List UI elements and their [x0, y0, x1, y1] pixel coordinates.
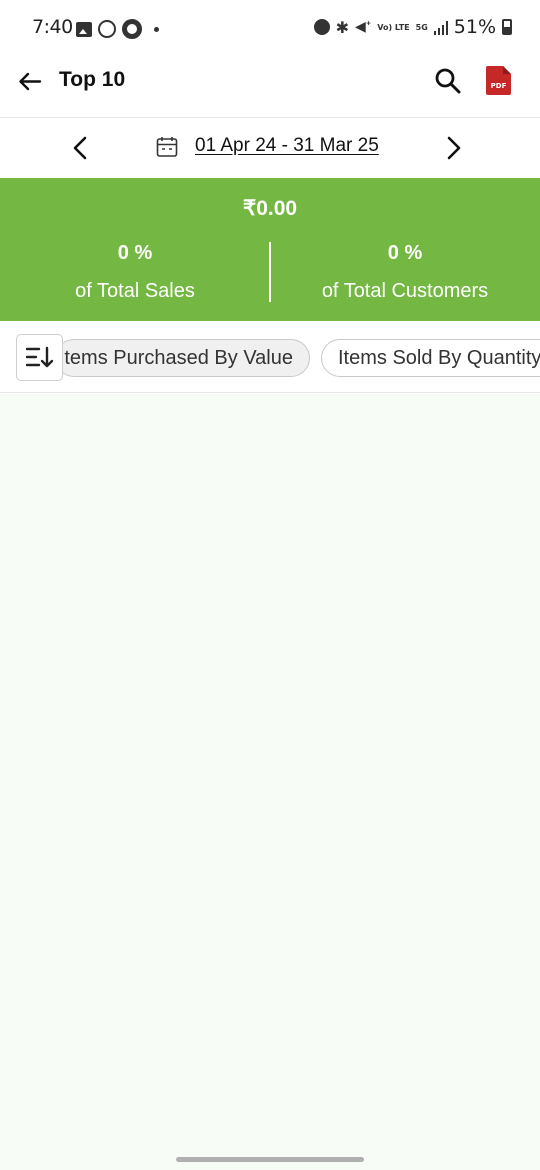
- sort-button[interactable]: [16, 334, 63, 381]
- more-notifications-dot-icon: [154, 26, 159, 32]
- network-type-icon: 5G: [415, 22, 428, 32]
- svg-text:PDF: PDF: [491, 82, 507, 90]
- sales-share-value: 0 %: [117, 242, 153, 264]
- chip-label: Items Sold By Quantity: [338, 347, 540, 369]
- home-indicator[interactable]: [176, 1157, 364, 1162]
- back-arrow-icon: [19, 72, 42, 91]
- volte-icon: Vo) LTE: [377, 22, 410, 32]
- record-icon: [122, 19, 142, 39]
- chevron-right-icon: [447, 136, 461, 160]
- chevron-left-icon: [73, 136, 87, 160]
- sales-share-stat: 0 % of Total Sales: [0, 242, 270, 303]
- back-button[interactable]: [14, 66, 46, 98]
- status-bar: 7:40 ✱ ◀ᐩ Vo) LTE 5G 51%: [0, 0, 540, 56]
- battery-percent: 51%: [453, 16, 496, 38]
- customers-share-value: 0 %: [387, 242, 423, 264]
- chip-items-purchased-by-value[interactable]: Items Purchased By Value: [55, 339, 310, 377]
- total-amount: ₹0.00: [242, 197, 298, 220]
- next-period-button[interactable]: [440, 134, 466, 162]
- search-icon: [435, 68, 461, 94]
- signal-icon: [433, 19, 448, 35]
- whatsapp-icon: [98, 20, 116, 38]
- pdf-export-button[interactable]: PDF: [486, 66, 511, 95]
- date-range-bar: 01 Apr 24 - 31 Mar 25: [0, 118, 540, 178]
- mute-icon: ◀ᐩ: [355, 19, 372, 35]
- search-button[interactable]: [433, 66, 463, 96]
- status-system-icons: ✱ ◀ᐩ Vo) LTE 5G 51%: [313, 16, 512, 38]
- alarm-icon: [313, 19, 330, 35]
- calendar-icon[interactable]: [156, 136, 178, 158]
- page-title: Top 10: [59, 68, 126, 91]
- results-list-empty: [0, 394, 540, 1170]
- chip-label: Items Purchased By Value: [58, 347, 293, 369]
- customers-share-label: of Total Customers: [321, 280, 489, 302]
- filter-chip-row[interactable]: Items Purchased By Value Items Sold By Q…: [0, 321, 540, 393]
- previous-period-button[interactable]: [68, 134, 94, 162]
- customers-share-stat: 0 % of Total Customers: [270, 242, 540, 303]
- status-notification-icons: [76, 19, 159, 39]
- sort-icon: [25, 346, 54, 368]
- status-time: 7:40: [32, 16, 73, 38]
- chip-items-sold-by-quantity[interactable]: Items Sold By Quantity: [321, 339, 540, 377]
- summary-panel: ₹0.00 0 % of Total Sales 0 % of Total Cu…: [0, 178, 540, 321]
- bluetooth-icon: ✱: [335, 17, 350, 37]
- date-range-label[interactable]: 01 Apr 24 - 31 Mar 25: [195, 135, 379, 157]
- battery-icon: [502, 19, 512, 35]
- sales-share-label: of Total Sales: [75, 280, 195, 302]
- gallery-icon: [76, 21, 92, 37]
- app-bar: Top 10 PDF: [0, 56, 540, 118]
- pdf-icon: PDF: [486, 66, 511, 95]
